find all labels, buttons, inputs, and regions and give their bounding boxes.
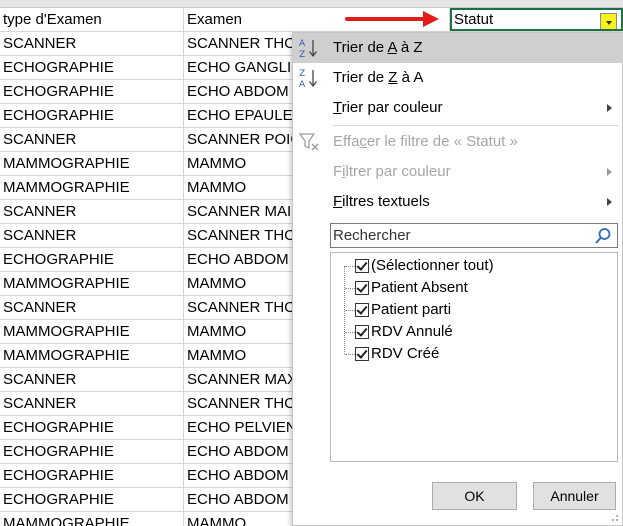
cell-type-examen[interactable]: MAMMOGRAPHIE xyxy=(0,176,184,199)
cell-type-examen[interactable]: SCANNER xyxy=(0,392,184,415)
cell-type-examen[interactable]: MAMMOGRAPHIE xyxy=(0,512,184,526)
list-item[interactable]: (Sélectionner tout) xyxy=(345,255,494,277)
cell-type-examen[interactable]: SCANNER xyxy=(0,368,184,391)
cell-type-examen[interactable]: SCANNER xyxy=(0,224,184,247)
cell-type-examen[interactable]: ECHOGRAPHIE xyxy=(0,464,184,487)
list-item-label: RDV Créé xyxy=(371,345,440,362)
tree-connector xyxy=(345,354,355,355)
sort-color-accel: T xyxy=(333,99,342,116)
filter-color-text: ltrer par couleur xyxy=(345,163,451,180)
list-item[interactable]: Patient Absent xyxy=(345,277,468,299)
submenu-arrow-icon xyxy=(607,198,612,206)
filter-color-text-pre: F xyxy=(333,163,343,180)
text-filters-accel: F xyxy=(333,193,343,210)
list-item-label: Patient Absent xyxy=(371,279,468,296)
list-item[interactable]: Patient parti xyxy=(345,299,451,321)
sort-az-text-pre: Trier de xyxy=(333,39,388,56)
cell-type-examen[interactable]: ECHOGRAPHIE xyxy=(0,248,184,271)
search-icon[interactable] xyxy=(594,227,612,245)
search-input[interactable] xyxy=(331,224,589,247)
sort-color-text: rier par couleur xyxy=(341,99,443,116)
clear-filter-icon xyxy=(298,133,319,151)
column-header-strip xyxy=(0,0,623,8)
submenu-arrow-icon xyxy=(607,168,612,176)
cell-type-examen[interactable]: ECHOGRAPHIE xyxy=(0,440,184,463)
search-box xyxy=(330,223,618,248)
sort-az-text-post: à Z xyxy=(396,39,423,56)
cell-type-examen[interactable]: MAMMOGRAPHIE xyxy=(0,320,184,343)
header-type-examen[interactable]: type d'Examen xyxy=(0,8,184,31)
text-filters[interactable]: Filtres textuels xyxy=(293,187,623,217)
submenu-arrow-icon xyxy=(607,104,612,112)
checkbox[interactable] xyxy=(355,347,369,361)
svg-text:A: A xyxy=(299,80,306,89)
sort-a-to-z[interactable]: A Z Trier de A à Z xyxy=(293,33,623,63)
menu-separator xyxy=(333,125,618,126)
cell-type-examen[interactable]: ECHOGRAPHIE xyxy=(0,104,184,127)
sort-za-text-post: à A xyxy=(397,69,424,86)
tree-connector xyxy=(345,310,355,311)
clear-filter-text: er le filtre de « Statut » xyxy=(366,133,518,150)
tree-connector xyxy=(345,266,355,267)
sort-az-accel: A xyxy=(387,39,397,56)
filter-by-color[interactable]: Filtrer par couleur xyxy=(293,157,623,187)
ok-button[interactable]: OK xyxy=(432,482,517,510)
sort-z-to-a[interactable]: Z A Trier de Z à A xyxy=(293,63,623,93)
text-filters-text: iltres textuels xyxy=(342,193,430,210)
sort-az-icon: A Z xyxy=(299,39,318,59)
red-arrow-icon xyxy=(345,11,440,27)
header-statut-label: Statut xyxy=(454,11,494,28)
list-item-label: RDV Annulé xyxy=(371,323,453,340)
svg-text:Z: Z xyxy=(299,50,305,59)
cell-type-examen[interactable]: ECHOGRAPHIE xyxy=(0,416,184,439)
header-statut[interactable]: Statut xyxy=(450,8,623,31)
sort-za-text-pre: Trier de xyxy=(333,69,389,86)
svg-text:A: A xyxy=(299,39,306,49)
list-item[interactable]: RDV Annulé xyxy=(345,321,453,343)
cell-type-examen[interactable]: SCANNER xyxy=(0,296,184,319)
sort-za-icon: Z A xyxy=(299,69,318,89)
filter-dropdown-panel: A Z Trier de A à Z Z A Trier de Z à A Tr… xyxy=(292,32,623,526)
header-row: type d'Examen Examen Statut xyxy=(0,8,623,32)
cell-type-examen[interactable]: SCANNER xyxy=(0,128,184,151)
cell-type-examen[interactable]: MAMMOGRAPHIE xyxy=(0,272,184,295)
list-item[interactable]: RDV Créé xyxy=(345,343,439,365)
cell-type-examen[interactable]: MAMMOGRAPHIE xyxy=(0,344,184,367)
checkbox[interactable] xyxy=(355,303,369,317)
svg-text:Z: Z xyxy=(299,69,305,79)
list-item-label: (Sélectionner tout) xyxy=(371,257,494,274)
cancel-button[interactable]: Annuler xyxy=(533,482,616,510)
tree-connector xyxy=(345,288,355,289)
sort-by-color[interactable]: Trier par couleur xyxy=(293,93,623,123)
filter-dropdown-button[interactable] xyxy=(600,13,617,29)
cell-type-examen[interactable]: MAMMOGRAPHIE xyxy=(0,152,184,175)
cell-type-examen[interactable]: SCANNER xyxy=(0,32,184,55)
list-item-label: Patient parti xyxy=(371,301,452,318)
checkbox[interactable] xyxy=(355,281,369,295)
checkbox[interactable] xyxy=(355,259,369,273)
value-list: (Sélectionner tout) Patient Absent Patient… xyxy=(330,252,618,462)
cell-type-examen[interactable]: SCANNER xyxy=(0,200,184,223)
tree-connector xyxy=(345,332,355,333)
clear-filter[interactable]: Effacer le filtre de « Statut » xyxy=(293,127,623,157)
resize-grip-icon[interactable] xyxy=(609,512,619,522)
cell-type-examen[interactable]: ECHOGRAPHIE xyxy=(0,56,184,79)
checkbox[interactable] xyxy=(355,325,369,339)
cell-type-examen[interactable]: ECHOGRAPHIE xyxy=(0,488,184,511)
clear-filter-text-pre: Effa xyxy=(333,133,360,150)
clear-filter-accel: c xyxy=(359,133,367,150)
cell-type-examen[interactable]: ECHOGRAPHIE xyxy=(0,80,184,103)
